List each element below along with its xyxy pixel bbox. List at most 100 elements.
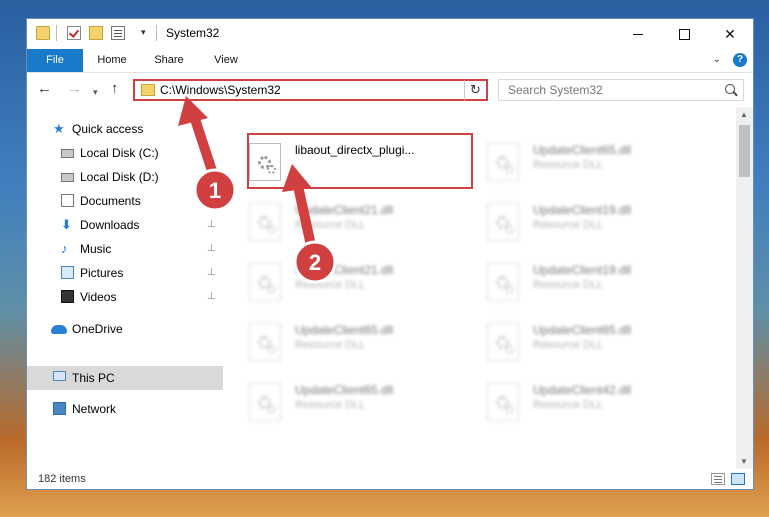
sidebar-item-quick-access[interactable]: ★ Quick access bbox=[27, 117, 223, 141]
file-item[interactable]: UpdateClient65.dll Resource DLL bbox=[223, 313, 448, 369]
file-name: UpdateClient65.dll bbox=[295, 323, 394, 337]
recent-locations-icon[interactable]: ▾ bbox=[93, 84, 98, 100]
minimize-button[interactable] bbox=[615, 19, 661, 49]
sidebar-item-this-pc[interactable]: This PC bbox=[27, 366, 223, 390]
sidebar-item-pictures[interactable]: Pictures ⊥ bbox=[27, 261, 223, 285]
file-name: UpdateClient65.dll bbox=[533, 143, 632, 157]
tab-view[interactable]: View bbox=[201, 49, 251, 72]
documents-icon bbox=[61, 194, 74, 207]
pin-icon[interactable]: ⊥ bbox=[207, 291, 216, 302]
sidebar-item-videos[interactable]: Videos ⊥ bbox=[27, 285, 223, 309]
dll-file-icon bbox=[249, 323, 281, 361]
sidebar-item-network[interactable]: Network bbox=[27, 397, 223, 421]
search-icon[interactable] bbox=[725, 84, 735, 94]
forward-arrow-icon[interactable]: → bbox=[67, 81, 82, 97]
dll-file-icon bbox=[249, 203, 281, 241]
refresh-button[interactable]: ↻ bbox=[464, 79, 488, 101]
toolbar-separator bbox=[156, 25, 157, 41]
large-icons-view-icon[interactable] bbox=[731, 473, 745, 485]
sidebar-item-downloads[interactable]: ⬇ Downloads ⊥ bbox=[27, 213, 223, 237]
dll-file-icon bbox=[487, 263, 519, 301]
dll-file-icon bbox=[487, 143, 519, 181]
pin-icon[interactable]: ⊥ bbox=[207, 219, 216, 230]
customize-toolbar-dropdown-icon[interactable]: ▾ bbox=[141, 27, 146, 38]
file-type: Resource DLL bbox=[533, 159, 604, 171]
cloud-icon bbox=[51, 325, 67, 334]
navigation-pane: ★ Quick access Local Disk (C:) Local Dis… bbox=[27, 107, 223, 469]
file-name: UpdateClient65.dll bbox=[533, 323, 632, 337]
computer-icon bbox=[53, 371, 66, 381]
folder-icon bbox=[141, 84, 155, 96]
dll-file-icon bbox=[249, 383, 281, 421]
disk-icon bbox=[61, 149, 74, 158]
file-item[interactable]: UpdateClient65.dll Resource DLL bbox=[461, 133, 686, 189]
pin-icon[interactable]: ⊥ bbox=[207, 243, 216, 254]
close-button[interactable]: ✕ bbox=[707, 19, 753, 49]
dll-file-icon bbox=[249, 263, 281, 301]
file-item[interactable]: UpdateClient21.dll Resource DLL bbox=[223, 193, 448, 249]
address-bar[interactable]: C:\Windows\System32 ⌄ bbox=[133, 79, 488, 101]
scroll-up-icon[interactable]: ▲ bbox=[740, 110, 748, 119]
refresh-icon: ↻ bbox=[470, 82, 481, 97]
file-item[interactable]: UpdateClient65.dll Resource DLL bbox=[223, 373, 448, 429]
sidebar-item-onedrive[interactable]: OneDrive bbox=[27, 317, 223, 341]
downloads-icon: ⬇ bbox=[61, 217, 72, 232]
scrollbar-thumb[interactable] bbox=[739, 125, 750, 177]
sidebar-item-local-disk-d[interactable]: Local Disk (D:) bbox=[27, 165, 223, 189]
file-name: UpdateClient19.dll bbox=[533, 263, 632, 277]
sidebar-item-music[interactable]: ♪ Music ⊥ bbox=[27, 237, 223, 261]
window-title: System32 bbox=[166, 26, 220, 40]
details-view-icon[interactable] bbox=[711, 473, 725, 485]
back-arrow-icon[interactable]: ← bbox=[37, 81, 52, 97]
sidebar-item-label: Documents bbox=[80, 194, 141, 208]
file-type: Resource DLL bbox=[533, 279, 604, 291]
dll-file-icon bbox=[487, 203, 519, 241]
file-type: Resource DLL bbox=[533, 219, 604, 231]
help-icon[interactable]: ? bbox=[733, 53, 747, 67]
file-item[interactable]: UpdateClient42.dll Resource DLL bbox=[461, 373, 686, 429]
new-folder-icon[interactable] bbox=[89, 26, 103, 40]
sidebar-item-label: Downloads bbox=[80, 218, 140, 232]
file-type: Resource DLL bbox=[295, 339, 366, 351]
file-type: Resource DLL bbox=[295, 399, 366, 411]
search-input[interactable] bbox=[499, 80, 718, 100]
tab-file[interactable]: File bbox=[27, 49, 83, 72]
dll-file-icon bbox=[487, 323, 519, 361]
file-item[interactable]: UpdateClient19.dll Resource DLL bbox=[461, 193, 686, 249]
address-path[interactable]: C:\Windows\System32 bbox=[160, 83, 281, 97]
maximize-icon bbox=[678, 28, 690, 40]
vertical-scrollbar[interactable]: ▲ ▼ bbox=[736, 107, 753, 469]
scroll-down-icon[interactable]: ▼ bbox=[740, 457, 748, 466]
file-item[interactable]: UpdateClient21.dll Resource DLL bbox=[223, 253, 448, 309]
tab-home[interactable]: Home bbox=[87, 49, 137, 72]
search-box[interactable] bbox=[498, 79, 744, 101]
file-type: Resource DLL bbox=[533, 399, 604, 411]
network-icon bbox=[53, 402, 66, 415]
properties-check-icon[interactable] bbox=[67, 26, 81, 40]
status-bar: 182 items bbox=[27, 469, 753, 489]
folder-icon[interactable] bbox=[36, 26, 50, 40]
up-arrow-icon[interactable]: ↑ bbox=[111, 81, 119, 97]
file-explorer-window: ▾ System32 ✕ File Home Share View ⌄ ? ← … bbox=[26, 18, 754, 490]
maximize-button[interactable] bbox=[661, 19, 707, 49]
file-type: Resource DLL bbox=[533, 339, 604, 351]
disk-icon bbox=[61, 173, 74, 182]
close-icon: ✕ bbox=[724, 25, 736, 42]
sidebar-item-label: Music bbox=[80, 242, 112, 256]
star-icon: ★ bbox=[53, 121, 65, 136]
sidebar-item-label: Local Disk (D:) bbox=[80, 170, 159, 184]
expand-ribbon-icon[interactable]: ⌄ bbox=[713, 54, 721, 65]
pin-icon[interactable]: ⊥ bbox=[207, 195, 216, 206]
properties-icon[interactable] bbox=[111, 26, 125, 40]
tab-share[interactable]: Share bbox=[143, 49, 195, 72]
file-name: UpdateClient21.dll bbox=[295, 203, 394, 217]
file-item[interactable]: UpdateClient65.dll Resource DLL bbox=[461, 313, 686, 369]
sidebar-item-local-disk-c[interactable]: Local Disk (C:) bbox=[27, 141, 223, 165]
sidebar-item-label: OneDrive bbox=[72, 322, 123, 336]
file-item[interactable]: UpdateClient19.dll Resource DLL bbox=[461, 253, 686, 309]
pin-icon[interactable]: ⊥ bbox=[207, 267, 216, 278]
sidebar-item-label: Quick access bbox=[72, 122, 144, 136]
file-name: UpdateClient21.dll bbox=[295, 263, 394, 277]
sidebar-item-documents[interactable]: Documents ⊥ bbox=[27, 189, 223, 213]
music-icon: ♪ bbox=[61, 241, 68, 256]
